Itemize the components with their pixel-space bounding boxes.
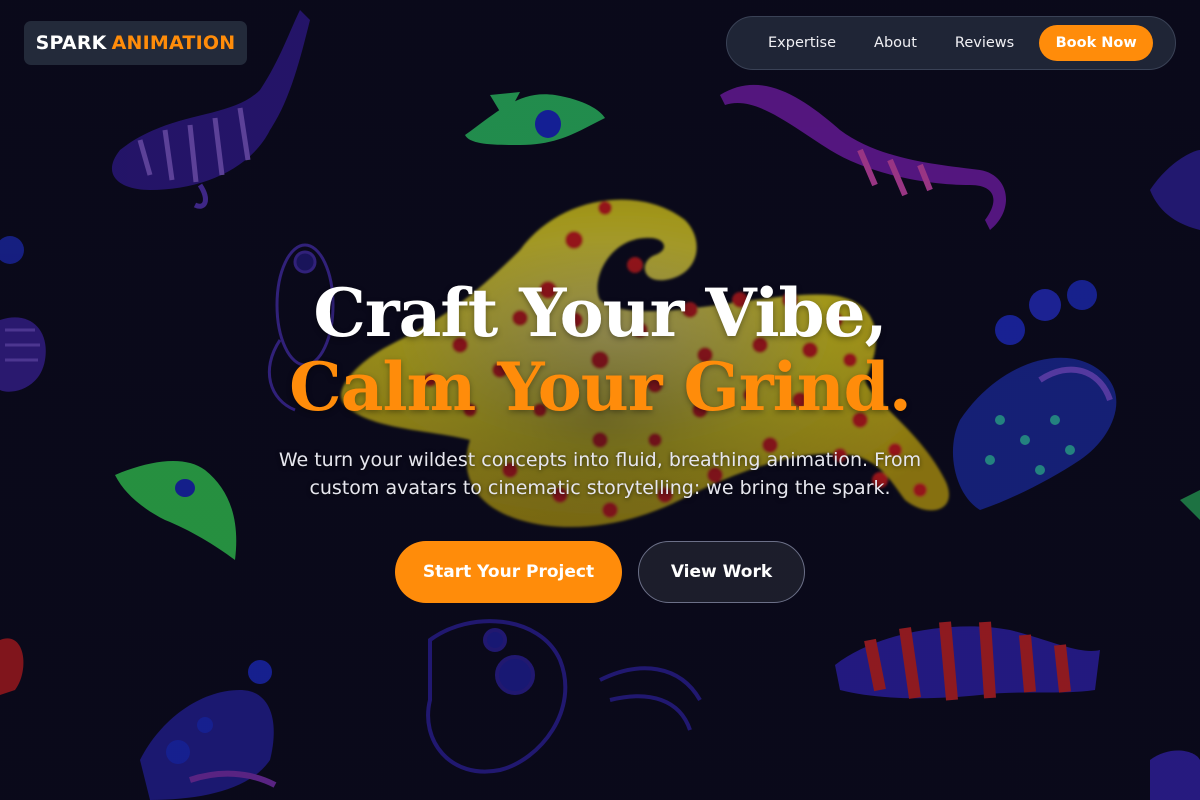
hero-subtitle: We turn your wildest concepts into fluid… [278, 449, 922, 499]
brand-word-animation: ANIMATION [111, 32, 236, 54]
nav-link-expertise[interactable]: Expertise [749, 35, 855, 51]
book-now-button[interactable]: Book Now [1039, 25, 1154, 61]
hero-title-line2: Calm Your Grind. [289, 348, 912, 426]
nav-link-reviews[interactable]: Reviews [936, 35, 1033, 51]
brand-logo[interactable]: SPARK ANIMATION [24, 21, 247, 65]
start-project-button[interactable]: Start Your Project [395, 541, 622, 603]
hero-title-line1: Craft Your Vibe, [313, 274, 887, 352]
top-navigation: Expertise About Reviews Book Now [726, 16, 1176, 70]
brand-word-spark: SPARK [35, 32, 107, 54]
nav-link-about[interactable]: About [855, 35, 936, 51]
view-work-button[interactable]: View Work [638, 541, 805, 603]
hero-title: Craft Your Vibe, Calm Your Grind. [0, 276, 1200, 424]
